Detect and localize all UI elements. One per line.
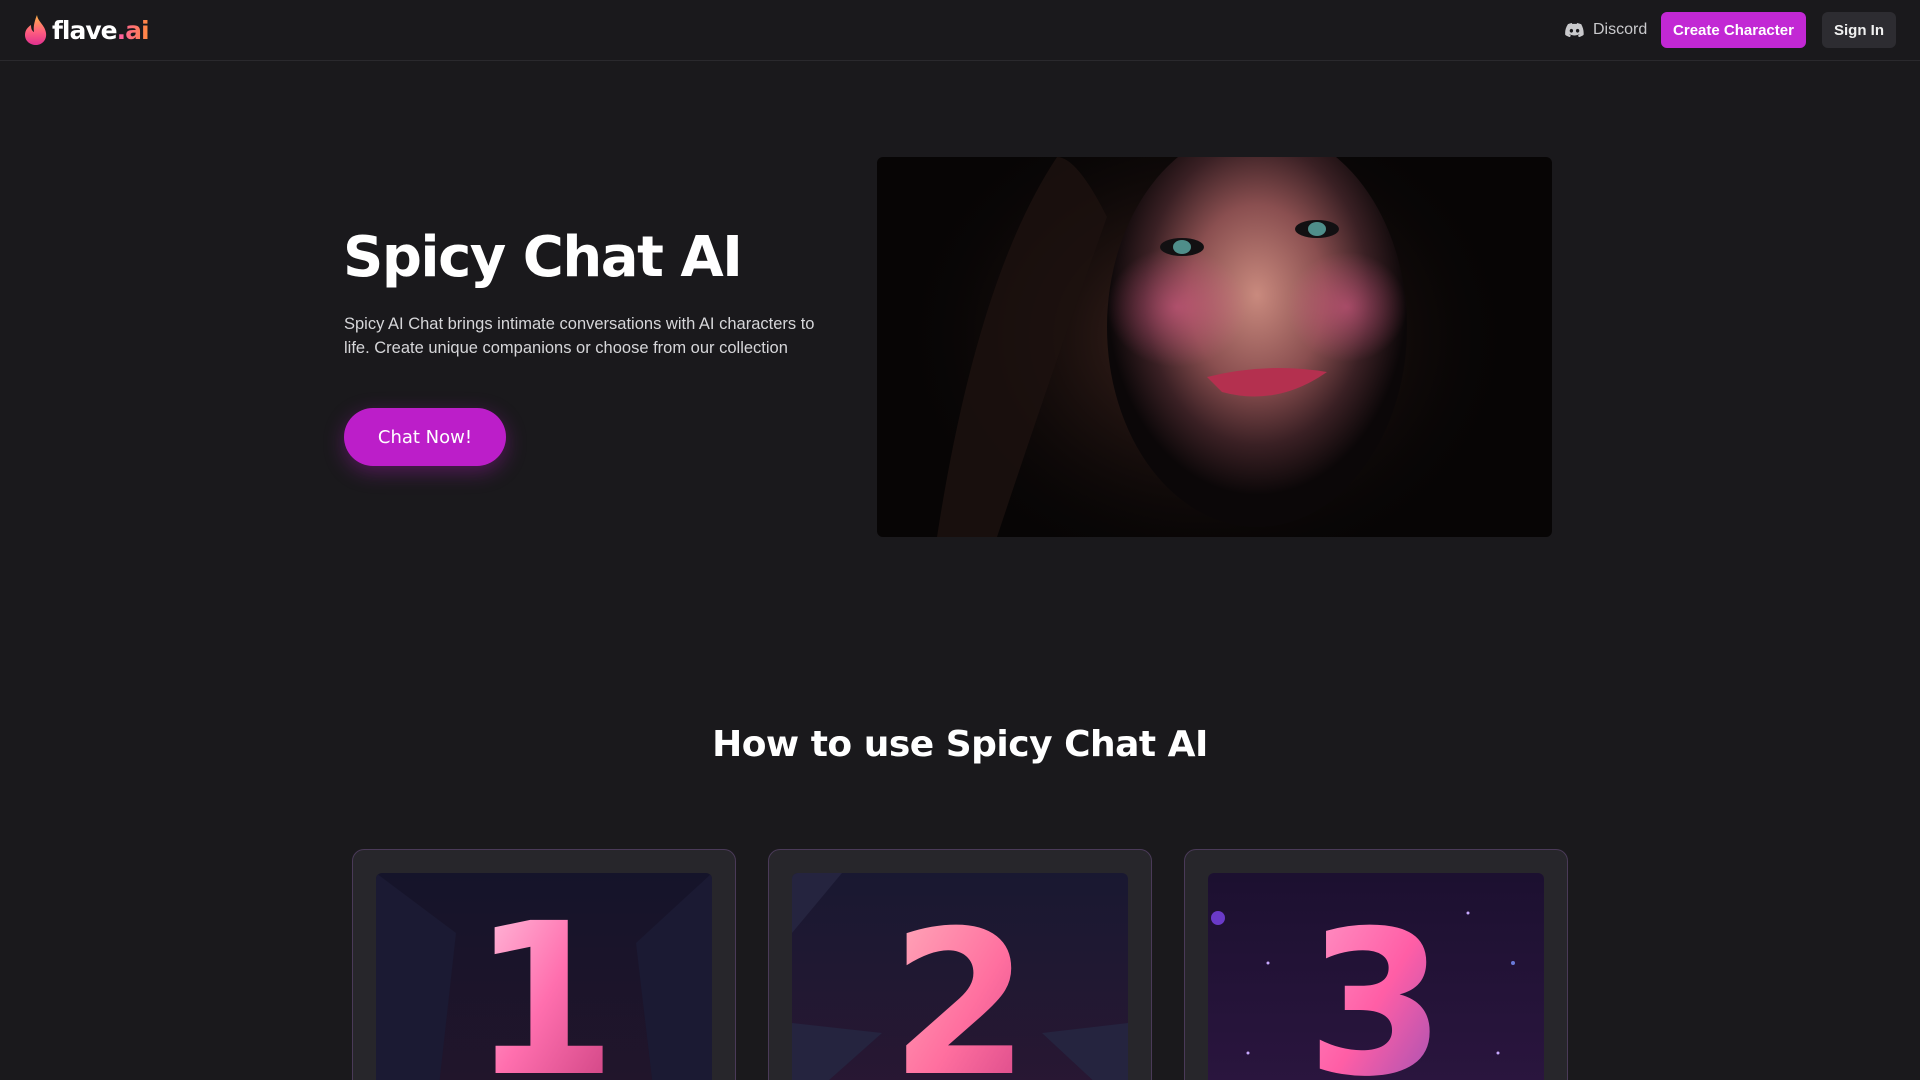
discord-label: Discord xyxy=(1593,21,1648,38)
step-card-3[interactable]: 3 xyxy=(1184,849,1568,1080)
discord-link[interactable]: Discord xyxy=(1565,17,1647,43)
step-3-image: 3 xyxy=(1208,873,1544,1080)
step-number-2: 2 xyxy=(890,888,1029,1080)
step-card-2[interactable]: 2 xyxy=(768,849,1152,1080)
step-card-1[interactable]: 1 xyxy=(352,849,736,1080)
step-1-image: 1 xyxy=(376,873,712,1080)
hero-description: Spicy AI Chat brings intimate conversati… xyxy=(344,315,815,357)
logo-wordmark: flave.ai xyxy=(52,15,150,45)
create-character-button[interactable]: Create Character xyxy=(1661,12,1806,48)
flame-icon xyxy=(25,15,47,45)
discord-icon xyxy=(1565,23,1584,37)
step-number-1: 1 xyxy=(471,878,617,1080)
top-navbar: flave.ai Discord Create Character Sign I… xyxy=(0,0,1920,61)
step-number-3: 3 xyxy=(1306,888,1445,1080)
how-to-title: How to use Spicy Chat AI xyxy=(712,724,1208,765)
step-2-image: 2 xyxy=(792,873,1128,1080)
chat-now-button[interactable]: Chat Now! xyxy=(344,408,506,466)
logo-link[interactable]: flave.ai xyxy=(23,13,150,47)
hero-title: Spicy Chat AI xyxy=(343,225,743,290)
sign-in-button[interactable]: Sign In xyxy=(1822,12,1896,48)
hero-portrait-image xyxy=(877,157,1552,537)
